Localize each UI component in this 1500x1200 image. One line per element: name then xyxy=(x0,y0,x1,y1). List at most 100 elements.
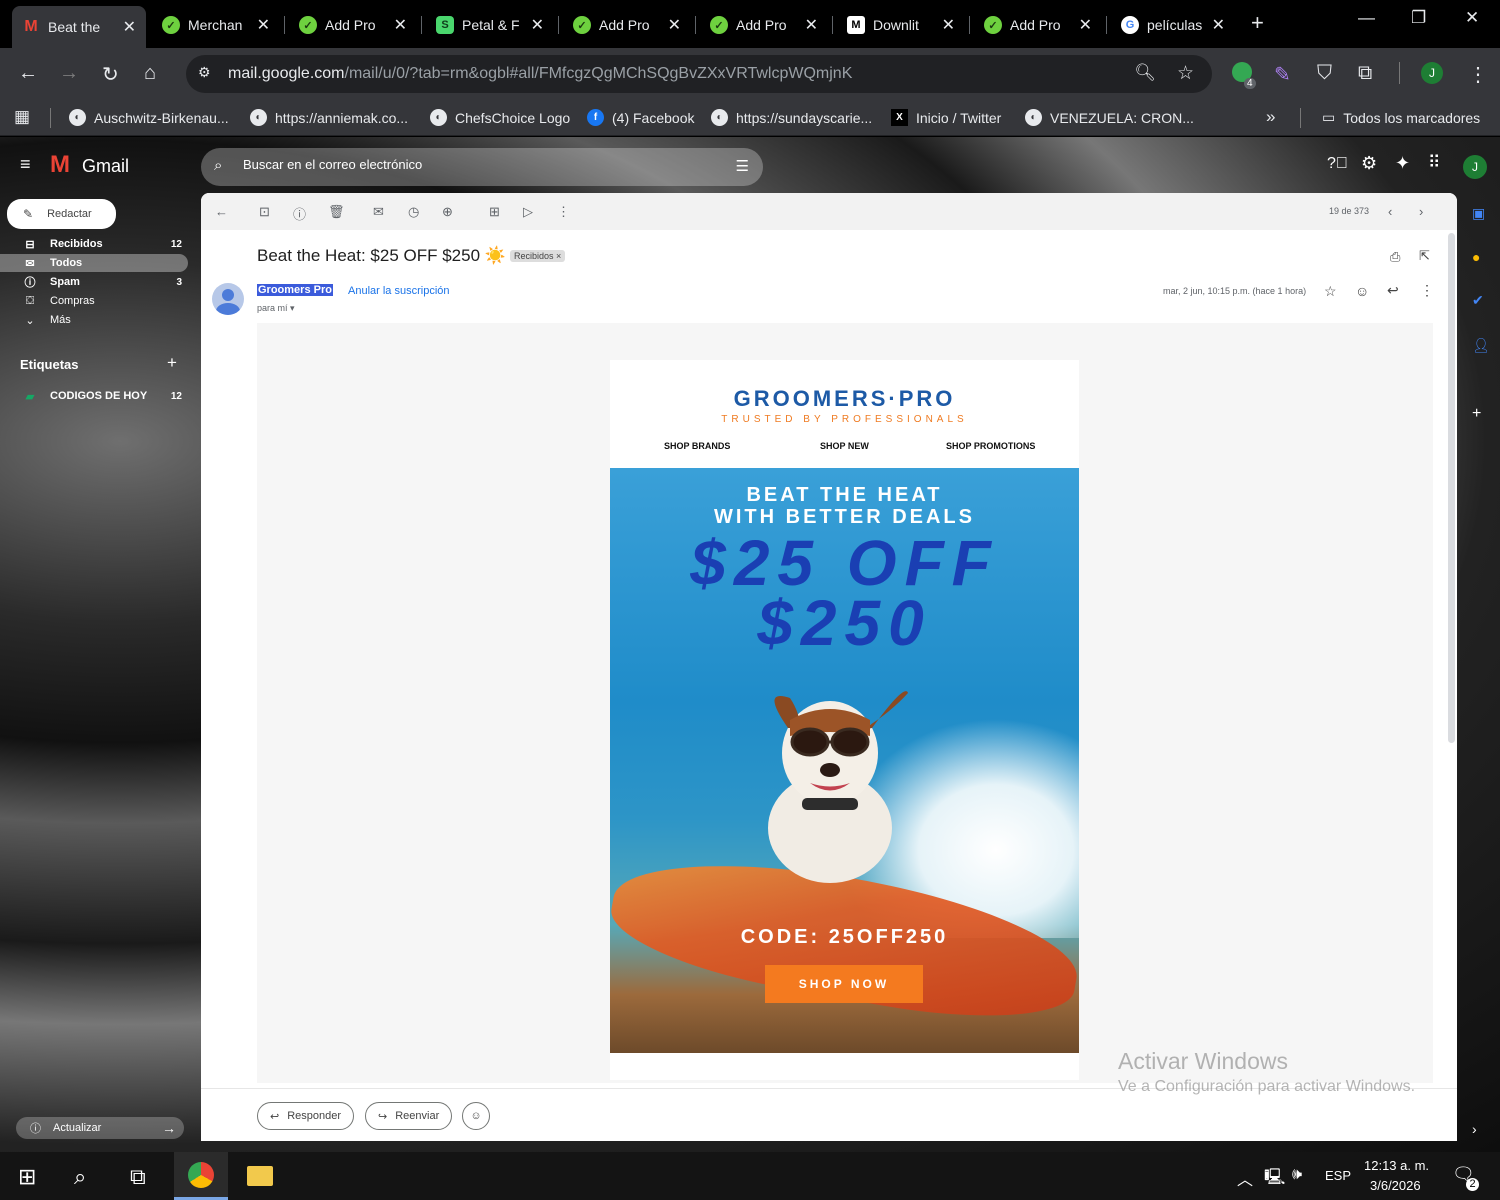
back-icon[interactable]: ← xyxy=(18,62,38,85)
sender-avatar[interactable] xyxy=(212,283,244,315)
settings-gear-icon[interactable]: ⚙ xyxy=(1361,153,1377,174)
label-icon[interactable]: ▷ xyxy=(523,204,533,220)
message-more-icon[interactable]: ⋮ xyxy=(1420,282,1434,299)
bookmark-star-icon[interactable]: ☆ xyxy=(1177,62,1194,85)
search-icon[interactable]: ⌕ xyxy=(214,157,222,174)
tab-petal[interactable]: S Petal & F ✕ xyxy=(426,8,554,42)
feather-extension-icon[interactable]: ✎ xyxy=(1274,62,1291,87)
add-label-icon[interactable]: + xyxy=(167,353,177,373)
bookmark-auschwitz[interactable]: ◐ Auschwitz-Birkenau... xyxy=(69,109,229,126)
nav-shop-brands[interactable]: SHOP BRANDS xyxy=(664,441,730,451)
taskbar-chrome[interactable] xyxy=(174,1152,228,1200)
new-tab-icon[interactable]: + xyxy=(1251,10,1264,36)
close-icon[interactable]: ✕ xyxy=(257,15,270,35)
newer-chevron-icon[interactable]: ‹ xyxy=(1388,204,1392,219)
gemini-sparkle-icon[interactable]: ✦ xyxy=(1395,153,1410,174)
expand-panel-icon[interactable]: › xyxy=(1472,1121,1477,1137)
all-bookmarks-folder[interactable]: ▭ Todos los marcadores xyxy=(1322,109,1480,126)
forward-button[interactable]: ↪ Reenviar xyxy=(365,1102,453,1130)
print-icon[interactable]: ⎙ xyxy=(1390,249,1400,265)
nav-shop-promotions[interactable]: SHOP PROMOTIONS xyxy=(946,441,1035,451)
taskbar-search-icon[interactable]: ⌕ xyxy=(74,1164,86,1190)
forward-icon[interactable]: → xyxy=(59,62,79,85)
open-new-window-icon[interactable]: ⇱ xyxy=(1419,248,1430,264)
sender-name[interactable]: Groomers Pro xyxy=(257,284,333,296)
extensions-puzzle-icon[interactable]: ⧉ xyxy=(1358,62,1372,85)
more-bookmarks-icon[interactable]: » xyxy=(1266,107,1275,127)
add-addon-icon[interactable]: + xyxy=(1472,405,1481,423)
hero-banner[interactable]: BEAT THE HEAT WITH BETTER DEALS $25 OFF … xyxy=(610,468,1079,1053)
restore-icon[interactable]: ❐ xyxy=(1411,8,1426,28)
reply-icon[interactable]: ↩ xyxy=(1387,282,1399,299)
gmail-logo-icon[interactable]: M xyxy=(50,151,70,179)
main-menu-icon[interactable]: ≡ xyxy=(20,154,31,175)
close-icon[interactable]: ✕ xyxy=(668,15,681,35)
zoom-icon[interactable]: 🔍︎ xyxy=(1134,63,1156,83)
nav-more[interactable]: ⌄ Más xyxy=(0,311,188,329)
compose-button[interactable]: ✎ Redactar xyxy=(7,199,116,229)
bookmark-venezuela[interactable]: ◐ VENEZUELA: CRON... xyxy=(1025,109,1194,126)
back-to-list-icon[interactable]: ← xyxy=(215,204,228,219)
shield-extension-icon[interactable]: ⛉ xyxy=(1317,62,1332,85)
report-spam-icon[interactable]: ⓘ xyxy=(293,204,306,223)
keep-icon[interactable]: ● xyxy=(1472,249,1480,265)
bookmark-facebook[interactable]: f (4) Facebook xyxy=(587,109,694,126)
recipient-details[interactable]: para mí ▾ xyxy=(257,303,295,314)
older-chevron-icon[interactable]: › xyxy=(1419,204,1423,219)
bookmark-sundayscarie[interactable]: ◐ https://sundayscarie... xyxy=(711,109,872,126)
search-input[interactable] xyxy=(243,157,703,172)
tab-downlit[interactable]: M Downlit ✕ xyxy=(837,8,965,42)
tab-gmail[interactable]: M Beat the ✕ xyxy=(12,6,146,48)
tab-add-pro-4[interactable]: ✓ Add Pro ✕ xyxy=(974,8,1102,42)
nav-inbox[interactable]: ⊟ Recibidos 12 xyxy=(0,235,188,253)
tab-add-pro-1[interactable]: ✓ Add Pro ✕ xyxy=(289,8,417,42)
search-bar[interactable]: ⌕ ☰ xyxy=(201,148,763,186)
move-to-icon[interactable]: ⊞ xyxy=(489,204,500,220)
home-icon[interactable]: ⌂ xyxy=(144,62,156,85)
shop-now-button[interactable]: SHOP NOW xyxy=(765,965,923,1003)
unsubscribe-link[interactable]: Anular la suscripción xyxy=(348,285,450,297)
groomers-pro-logo[interactable]: GROOMERS·PRO xyxy=(610,386,1079,412)
reply-button[interactable]: ↩ Responder xyxy=(257,1102,355,1130)
clock-time[interactable]: 12:13 a. m. xyxy=(1364,1158,1429,1173)
network-icon[interactable]: 🖳︎ xyxy=(1264,1166,1285,1193)
reload-icon[interactable]: ↻ xyxy=(102,62,119,87)
delete-icon[interactable]: 🗑︎ xyxy=(328,204,345,220)
tasks-icon[interactable]: ✔ xyxy=(1472,292,1484,309)
windows-start-icon[interactable]: ⊞ xyxy=(18,1164,36,1190)
star-icon[interactable]: ☆ xyxy=(1324,283,1337,300)
google-apps-icon[interactable]: ⠿ xyxy=(1428,153,1440,173)
calendar-icon[interactable]: ▣ xyxy=(1472,205,1485,222)
archive-icon[interactable]: ⊡ xyxy=(259,204,270,220)
close-icon[interactable]: ✕ xyxy=(394,15,407,35)
language-indicator[interactable]: ESP xyxy=(1325,1168,1351,1183)
emoji-react-button[interactable]: ☺ xyxy=(462,1102,490,1130)
profile-avatar[interactable]: J xyxy=(1421,62,1443,84)
label-codigos-de-hoy[interactable]: ▰ CODIGOS DE HOY 12 xyxy=(0,387,188,405)
address-bar[interactable]: ⚙ mail.google.com/mail/u/0/?tab=rm&ogbl#… xyxy=(186,55,1212,93)
tab-add-pro-2[interactable]: ✓ Add Pro ✕ xyxy=(563,8,691,42)
volume-icon[interactable]: 🕪︎ xyxy=(1292,1166,1302,1184)
nav-spam[interactable]: ⓘ Spam 3 xyxy=(0,273,188,291)
account-avatar[interactable]: J xyxy=(1463,155,1487,179)
bookmark-twitter[interactable]: X Inicio / Twitter xyxy=(891,109,1001,126)
tab-peliculas[interactable]: G películas ✕ xyxy=(1111,8,1235,42)
add-task-icon[interactable]: ⊕ xyxy=(442,204,453,220)
update-button[interactable]: ⓘ Actualizar → xyxy=(16,1117,184,1139)
site-settings-icon[interactable]: ⚙ xyxy=(198,64,211,81)
more-options-icon[interactable]: ⋮ xyxy=(557,204,570,220)
emoji-reaction-icon[interactable]: ☺ xyxy=(1355,283,1369,299)
minimize-icon[interactable]: — xyxy=(1358,8,1375,28)
tray-chevron-icon[interactable]: ︿ xyxy=(1237,1166,1253,1190)
scrollbar[interactable] xyxy=(1448,233,1455,743)
bookmark-anniemak[interactable]: ◐ https://anniemak.co... xyxy=(250,109,408,126)
close-icon[interactable]: ✕ xyxy=(805,15,818,35)
task-view-icon[interactable]: ⧉ xyxy=(130,1164,146,1190)
close-icon[interactable]: ✕ xyxy=(123,17,136,37)
taskbar-file-explorer[interactable] xyxy=(234,1152,288,1200)
mark-unread-icon[interactable]: ✉ xyxy=(373,204,384,220)
close-icon[interactable]: ✕ xyxy=(1212,15,1225,35)
search-options-icon[interactable]: ☰ xyxy=(736,157,749,175)
clock-date[interactable]: 3/6/2026 xyxy=(1370,1178,1421,1193)
nav-all-mail[interactable]: ✉ Todos xyxy=(0,254,188,272)
